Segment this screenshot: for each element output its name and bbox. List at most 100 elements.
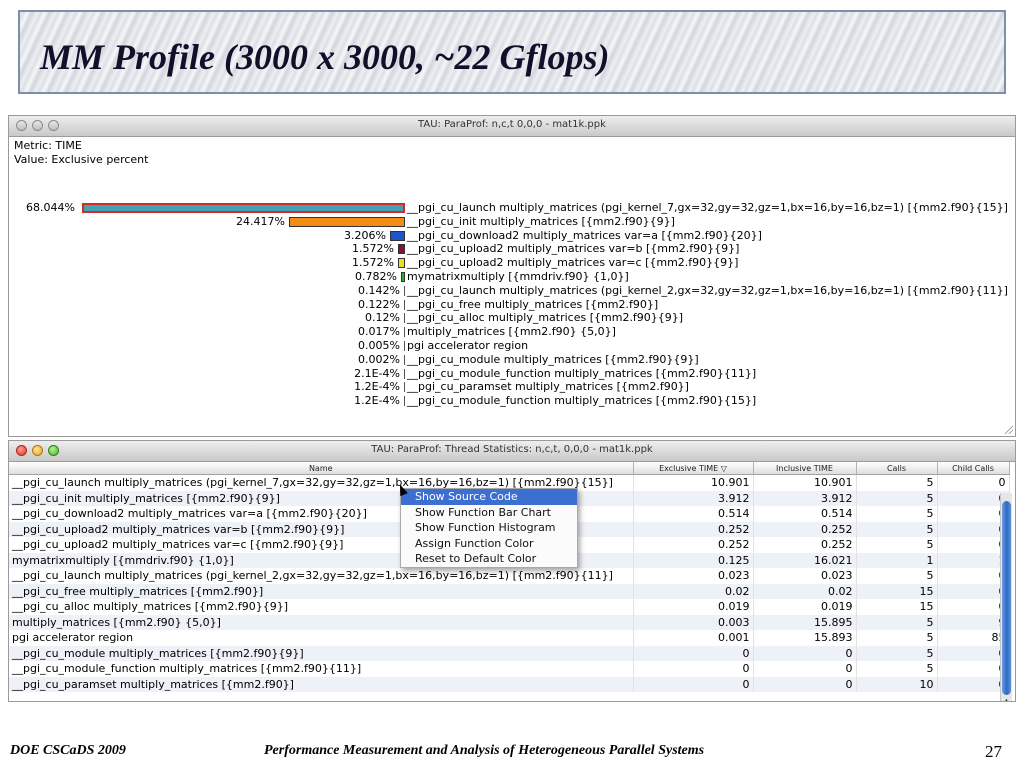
table-cell: 0 xyxy=(937,599,1010,615)
table-cell: 15 xyxy=(856,599,938,615)
profile-window: TAU: ParaProf: n,c,t 0,0,0 - mat1k.ppk M… xyxy=(8,115,1016,437)
table-cell: 0 xyxy=(633,676,754,692)
bar-12[interactable] xyxy=(404,368,405,379)
stats-window-titlebar[interactable]: TAU: ParaProf: Thread Statistics: n,c,t,… xyxy=(9,441,1015,462)
table-cell: 16.021 xyxy=(753,552,857,568)
table-row[interactable]: __pgi_cu_paramset multiply_matrices [{mm… xyxy=(9,676,1010,692)
bar-7[interactable] xyxy=(404,299,405,310)
bar-10[interactable] xyxy=(404,341,405,351)
bar-11[interactable] xyxy=(404,354,405,365)
table-cell: 0 xyxy=(753,645,857,661)
table-cell: 5 xyxy=(856,568,938,584)
context-menu: Show Source Code Show Function Bar Chart S… xyxy=(400,488,578,568)
bar-14[interactable] xyxy=(404,396,405,407)
bar-label-9[interactable]: multiply_matrices [{mm2.f90} {5,0}] xyxy=(407,325,616,338)
table-cell: 0 xyxy=(937,490,1010,506)
column-header-1[interactable]: Exclusive TIME ▽ xyxy=(633,462,754,475)
bar-label-12[interactable]: __pgi_cu_module_function multiply_matric… xyxy=(407,367,756,380)
bar-label-3[interactable]: __pgi_cu_upload2 multiply_matrices var=b… xyxy=(407,242,739,255)
bar-label-8[interactable]: __pgi_cu_alloc multiply_matrices [{mm2.f… xyxy=(407,311,683,324)
column-header-4[interactable]: Child Calls xyxy=(937,462,1010,475)
resize-grip-icon[interactable] xyxy=(1003,424,1013,434)
bar-percent-5: 0.782% xyxy=(355,270,397,283)
table-cell: 0 xyxy=(633,661,754,677)
context-menu-item[interactable]: Reset to Default Color xyxy=(401,551,577,567)
bar-chart: 68.044% __pgi_cu_launch multiply_matrices… xyxy=(9,137,1015,436)
bar-percent-9: 0.017% xyxy=(358,325,400,339)
bar-label-5[interactable]: mymatrixmultiply [{mmdriv.f90} {1,0}] xyxy=(407,270,629,283)
bar-3[interactable] xyxy=(398,244,405,255)
bar-6[interactable] xyxy=(404,285,405,296)
table-row[interactable]: __pgi_cu_launch multiply_matrices (pgi_k… xyxy=(9,568,1010,584)
table-cell: __pgi_cu_alloc multiply_matrices [{mm2.f… xyxy=(9,599,634,615)
bar-percent-1: 24.417% xyxy=(236,214,285,228)
table-row[interactable]: __pgi_cu_module_function multiply_matric… xyxy=(9,661,1010,677)
bar-label-2[interactable]: __pgi_cu_download2 multiply_matrices var… xyxy=(407,229,762,242)
slide-title: MM Profile (3000 x 3000, ~22 Gflops) xyxy=(40,37,610,77)
table-cell: 0.252 xyxy=(633,521,754,537)
table-cell: 0.125 xyxy=(633,552,754,568)
bar-percent-13: 1.2E-4% xyxy=(354,380,400,394)
bar-label-1[interactable]: __pgi_cu_init multiply_matrices [{mm2.f9… xyxy=(407,215,675,228)
bar-8[interactable] xyxy=(404,313,405,324)
table-cell: 9 xyxy=(937,614,1010,630)
bar-1[interactable] xyxy=(289,216,405,227)
scrollbar-thumb[interactable] xyxy=(1002,501,1011,695)
table-cell: 3.912 xyxy=(633,490,754,506)
table-cell: 0.514 xyxy=(633,506,754,522)
profile-window-body: Metric: TIME Value: Exclusive percent 68… xyxy=(9,137,1015,436)
column-header-3[interactable]: Calls xyxy=(856,462,938,475)
context-menu-item[interactable]: Assign Function Color xyxy=(401,536,577,552)
bar-label-10[interactable]: pgi accelerator region xyxy=(407,339,528,352)
table-row[interactable]: __pgi_cu_free multiply_matrices [{mm2.f9… xyxy=(9,583,1010,599)
table-cell: 0 xyxy=(937,661,1010,677)
column-header-0[interactable]: Name xyxy=(9,462,634,475)
table-cell: 1 xyxy=(856,552,938,568)
scroll-up-arrow-icon[interactable]: ▲ xyxy=(1001,697,1012,701)
footer-center: Performance Measurement and Analysis of … xyxy=(264,743,705,758)
table-cell: multiply_matrices [{mm2.f90} {5,0}] xyxy=(9,614,634,630)
bar-4[interactable] xyxy=(398,258,405,269)
vertical-scrollbar[interactable]: ▲ ▼ xyxy=(1000,493,1012,701)
context-menu-item[interactable]: Show Source Code xyxy=(401,489,577,505)
table-cell: __pgi_cu_launch multiply_matrices (pgi_k… xyxy=(9,568,634,584)
bar-label-11[interactable]: __pgi_cu_module multiply_matrices [{mm2.… xyxy=(407,353,699,366)
bar-label-6[interactable]: __pgi_cu_launch multiply_matrices (pgi_k… xyxy=(407,284,1008,297)
table-cell: __pgi_cu_free multiply_matrices [{mm2.f9… xyxy=(9,583,634,599)
table-cell: __pgi_cu_module_function multiply_matric… xyxy=(9,661,634,677)
bar-label-7[interactable]: __pgi_cu_free multiply_matrices [{mm2.f9… xyxy=(407,298,658,311)
bar-percent-12: 2.1E-4% xyxy=(354,366,400,380)
column-header-2[interactable]: Inclusive TIME xyxy=(753,462,857,475)
table-cell: 5 xyxy=(856,661,938,677)
context-menu-item[interactable]: Show Function Bar Chart xyxy=(401,505,577,521)
bar-13[interactable] xyxy=(404,382,405,393)
table-cell: 15 xyxy=(856,583,938,599)
table-cell: 10 xyxy=(856,676,938,692)
bar-percent-0: 68.044% xyxy=(26,201,75,214)
profile-window-title: TAU: ParaProf: n,c,t 0,0,0 - mat1k.ppk xyxy=(418,119,606,130)
bar-5[interactable] xyxy=(401,272,405,282)
table-cell: 0 xyxy=(937,645,1010,661)
bar-9[interactable] xyxy=(404,327,405,338)
table-row[interactable]: pgi accelerator region 0.001 15.893 5 85 xyxy=(9,630,1010,646)
bar-percent-8: 0.12% xyxy=(365,311,400,325)
profile-window-titlebar[interactable]: TAU: ParaProf: n,c,t 0,0,0 - mat1k.ppk xyxy=(9,116,1015,137)
bar-2[interactable] xyxy=(390,230,405,241)
bar-0[interactable] xyxy=(82,203,405,213)
bar-label-13[interactable]: __pgi_cu_paramset multiply_matrices [{mm… xyxy=(407,380,689,393)
table-row[interactable]: __pgi_cu_module multiply_matrices [{mm2.… xyxy=(9,645,1010,661)
bar-label-14[interactable]: __pgi_cu_module_function multiply_matric… xyxy=(407,394,756,407)
context-menu-item[interactable]: Show Function Histogram xyxy=(401,520,577,536)
table-cell: 0.02 xyxy=(753,583,857,599)
table-cell: 0 xyxy=(937,676,1010,692)
table-cell: 0.252 xyxy=(753,521,857,537)
table-row[interactable]: __pgi_cu_alloc multiply_matrices [{mm2.f… xyxy=(9,599,1010,615)
bar-label-4[interactable]: __pgi_cu_upload2 multiply_matrices var=c… xyxy=(407,256,738,269)
page-number: 27 xyxy=(985,742,1002,761)
table-row[interactable]: multiply_matrices [{mm2.f90} {5,0}] 0.003… xyxy=(9,614,1010,630)
bar-label-0[interactable]: __pgi_cu_launch multiply_matrices (pgi_k… xyxy=(407,201,1008,214)
table-cell: 0.019 xyxy=(753,599,857,615)
table-cell: 0.003 xyxy=(633,614,754,630)
table-cell: 5 xyxy=(856,630,938,646)
table-cell: 0.023 xyxy=(633,568,754,584)
